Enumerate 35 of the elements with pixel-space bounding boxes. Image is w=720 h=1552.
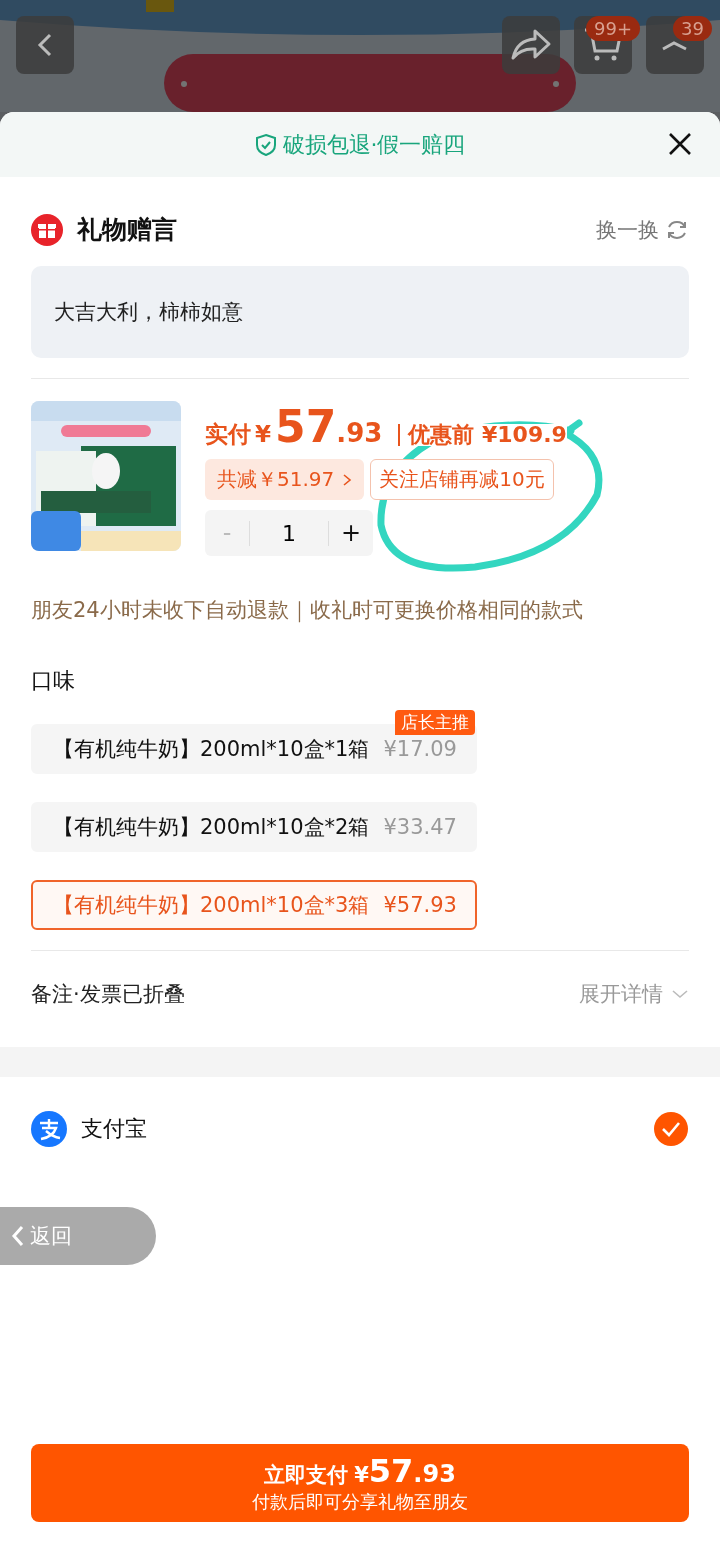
guarantee-text: 破损包退·假一赔四 [282, 130, 466, 159]
chevron-left-icon [10, 1224, 26, 1248]
currency-symbol: ¥ [255, 421, 271, 447]
price-decimal: .93 [336, 418, 383, 448]
gift-title: 礼物赠言 [77, 214, 177, 246]
flavor-option[interactable]: 【有机纯牛奶】200ml*10盒*2箱 ¥33.47 [31, 802, 477, 852]
expand-details-button[interactable]: 展开详情 [579, 980, 689, 1008]
price-integer: 57 [275, 401, 337, 452]
refund-notice: 朋友24小时未收下自动退款｜收礼时可更换价格相同的款式 [31, 597, 584, 624]
check-icon[interactable] [653, 1111, 689, 1147]
gift-message[interactable]: 大吉大利，柿柿如意 [31, 266, 689, 358]
discount-button[interactable]: 共减￥51.97 [205, 459, 365, 500]
quantity-value: 1 [249, 520, 329, 546]
flavor-option[interactable]: 【有机纯牛奶】200ml*10盒*3箱 ¥57.93 [31, 880, 477, 930]
original-price: 优惠前 ¥109.9 [398, 424, 567, 446]
refresh-button[interactable]: 换一换 [596, 215, 689, 244]
paid-label: 实付 [205, 420, 251, 449]
increase-button[interactable]: + [329, 519, 373, 547]
share-button[interactable] [502, 16, 560, 74]
notes-label: 备注·发票已折叠 [31, 981, 185, 1008]
chevron-right-icon [342, 472, 353, 487]
shield-check-icon [254, 132, 277, 157]
close-icon[interactable] [668, 132, 692, 156]
pay-button[interactable]: 立即支付 ¥57.93 付款后即可分享礼物至朋友 [31, 1444, 689, 1522]
chevron-down-icon [671, 988, 689, 1000]
alipay-icon [31, 1111, 67, 1147]
follow-coupon-button[interactable]: 关注店铺再减10元 [370, 459, 554, 500]
share-icon [509, 28, 553, 62]
gift-icon [31, 213, 63, 246]
back-button[interactable] [16, 16, 74, 74]
cart-badge: 99+ [586, 16, 640, 41]
recommend-tag: 店长主推 [394, 710, 475, 735]
payment-method: 支付宝 [81, 1115, 147, 1143]
flavor-title: 口味 [31, 667, 76, 695]
back-button[interactable]: 返回 [0, 1207, 156, 1265]
